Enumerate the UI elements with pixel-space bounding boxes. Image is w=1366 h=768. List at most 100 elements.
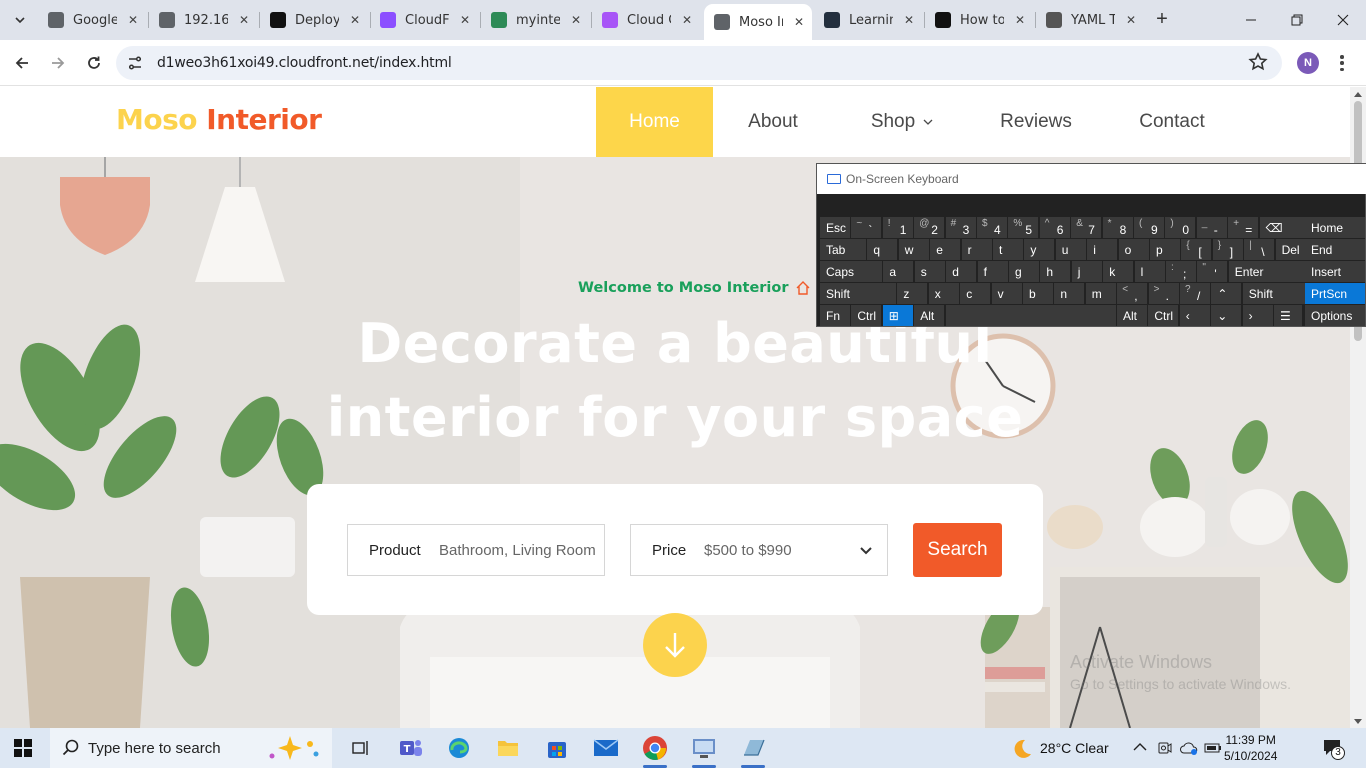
osk-key[interactable]: % 5	[1008, 217, 1039, 238]
osk-key[interactable]: Shift	[820, 283, 896, 304]
price-select[interactable]: Price $500 to $990	[630, 524, 888, 576]
osk-key[interactable]: k	[1103, 261, 1134, 282]
osk-key[interactable]: #3	[945, 217, 976, 238]
tab-close-icon[interactable]: ✕	[239, 13, 249, 27]
osk-key[interactable]: z	[897, 283, 928, 304]
osk-key[interactable]: Insert	[1305, 261, 1365, 282]
tab-5[interactable]: myinte ✕	[481, 6, 589, 34]
scroll-down-arrow-icon[interactable]	[1354, 719, 1362, 724]
store-icon[interactable]	[542, 733, 572, 763]
nav-home[interactable]: Home	[596, 87, 713, 157]
osk-key[interactable]: Home	[1305, 217, 1365, 238]
tab-4[interactable]: CloudF ✕	[370, 6, 478, 34]
mail-icon[interactable]	[591, 733, 621, 763]
tab-9[interactable]: How to ✕	[925, 6, 1033, 34]
forward-button[interactable]	[45, 50, 71, 76]
price-value[interactable]: $500 to $990	[704, 542, 792, 559]
osk-key[interactable]: q	[867, 239, 898, 260]
on-screen-keyboard-app-icon[interactable]	[738, 733, 768, 763]
tab-search-icon[interactable]	[8, 8, 32, 32]
tab-close-icon[interactable]: ✕	[128, 13, 138, 27]
osk-key[interactable]: }]	[1212, 239, 1243, 260]
weather-text[interactable]: 28°C Clear	[1040, 740, 1109, 756]
scroll-up-arrow-icon[interactable]	[1354, 92, 1362, 97]
tab-3[interactable]: Deploy ✕	[260, 6, 368, 34]
site-settings-icon[interactable]	[126, 54, 144, 72]
osk-key[interactable]: n	[1054, 283, 1085, 304]
osk-key[interactable]: >.	[1148, 283, 1179, 304]
tab-close-icon[interactable]: ✕	[571, 13, 581, 27]
nav-reviews[interactable]: Reviews	[973, 87, 1099, 157]
osk-key[interactable]: p	[1150, 239, 1180, 260]
osk-key[interactable]: | \	[1244, 239, 1275, 260]
osk-title-bar[interactable]: On-Screen Keyboard	[817, 164, 1366, 194]
osk-key[interactable]: (9	[1134, 217, 1164, 238]
osk-key[interactable]: y	[1024, 239, 1055, 260]
windows-start-icon[interactable]	[14, 739, 32, 757]
browser-menu-icon[interactable]	[1338, 52, 1346, 74]
tab-10[interactable]: YAML T ✕	[1036, 6, 1144, 34]
address-bar[interactable]: d1weo3h61xoi49.cloudfront.net/index.html	[116, 46, 1282, 80]
osk-key[interactable]: PrtScn	[1305, 283, 1365, 304]
tab-close-icon[interactable]: ✕	[794, 15, 804, 29]
back-button[interactable]	[9, 50, 35, 76]
osk-key[interactable]: b	[1023, 283, 1053, 304]
chevron-down-icon[interactable]	[859, 543, 873, 557]
notification-center-icon[interactable]: 3	[1322, 738, 1345, 763]
osk-key[interactable]: ⌄	[1211, 305, 1242, 326]
osk-key[interactable]: Alt	[914, 305, 945, 326]
osk-key[interactable]: e	[930, 239, 961, 260]
product-field[interactable]: Product Bathroom, Living Room	[347, 524, 605, 576]
tab-close-icon[interactable]: ✕	[904, 13, 914, 27]
site-logo[interactable]: Moso Interior	[116, 103, 322, 136]
osk-key[interactable]: x	[928, 283, 959, 304]
tab-7[interactable]: Moso In ✕	[704, 4, 812, 40]
osk-key[interactable]: u	[1055, 239, 1086, 260]
osk-key[interactable]: ☰	[1274, 305, 1302, 326]
scroll-down-button[interactable]	[643, 613, 707, 677]
osk-key[interactable]: Esc	[820, 217, 850, 238]
osk-key[interactable]: t	[993, 239, 1023, 260]
restore-button[interactable]	[1274, 0, 1320, 40]
osk-key[interactable]: c	[960, 283, 991, 304]
osk-key[interactable]: * 8	[1102, 217, 1133, 238]
nav-shop[interactable]: Shop	[833, 87, 973, 157]
tab-1[interactable]: Google ✕	[38, 6, 146, 34]
chevron-up-icon[interactable]	[1133, 742, 1147, 752]
tab-close-icon[interactable]: ✕	[682, 13, 692, 27]
osk-key[interactable]: Ctrl	[851, 305, 882, 326]
osk-key[interactable]: ›	[1242, 305, 1273, 326]
file-explorer-icon[interactable]	[493, 733, 523, 763]
osk-key[interactable]: d	[946, 261, 977, 282]
tab-close-icon[interactable]: ✕	[350, 13, 360, 27]
osk-key[interactable]: ! 1	[882, 217, 913, 238]
chrome-icon[interactable]	[640, 733, 670, 763]
osk-key[interactable]: m	[1085, 283, 1116, 304]
osk-key[interactable]: a	[883, 261, 914, 282]
osk-key[interactable]: s	[914, 261, 945, 282]
osk-key[interactable]: Alt	[1117, 305, 1147, 326]
profile-avatar[interactable]: N	[1297, 52, 1319, 74]
osk-key[interactable]: h	[1040, 261, 1071, 282]
osk-key[interactable]: o	[1118, 239, 1149, 260]
osk-key[interactable]: Options	[1305, 305, 1365, 326]
nav-about[interactable]: About	[713, 87, 833, 157]
osk-key[interactable]: Ctrl	[1148, 305, 1179, 326]
tab-2[interactable]: 192.168 ✕	[149, 6, 257, 34]
weather-moon-icon[interactable]	[1010, 737, 1034, 761]
osk-key[interactable]: End	[1305, 239, 1365, 260]
osk-key[interactable]: " '	[1197, 261, 1228, 282]
osk-key[interactable]: j	[1071, 261, 1102, 282]
task-view-icon[interactable]	[346, 733, 376, 763]
osk-key[interactable]: ‹	[1179, 305, 1210, 326]
edge-icon[interactable]	[444, 733, 474, 763]
osk-key[interactable]: Tab	[820, 239, 866, 260]
tab-6[interactable]: Cloud C ✕	[592, 6, 700, 34]
osk-key[interactable]: f	[977, 261, 1008, 282]
osk-key[interactable]: & 7	[1071, 217, 1102, 238]
battery-icon[interactable]	[1204, 741, 1222, 755]
osk-key[interactable]: _ -	[1196, 217, 1227, 238]
osk-key[interactable]: l	[1134, 261, 1165, 282]
tab-close-icon[interactable]: ✕	[1126, 13, 1136, 27]
product-value[interactable]: Bathroom, Living Room	[439, 542, 596, 559]
